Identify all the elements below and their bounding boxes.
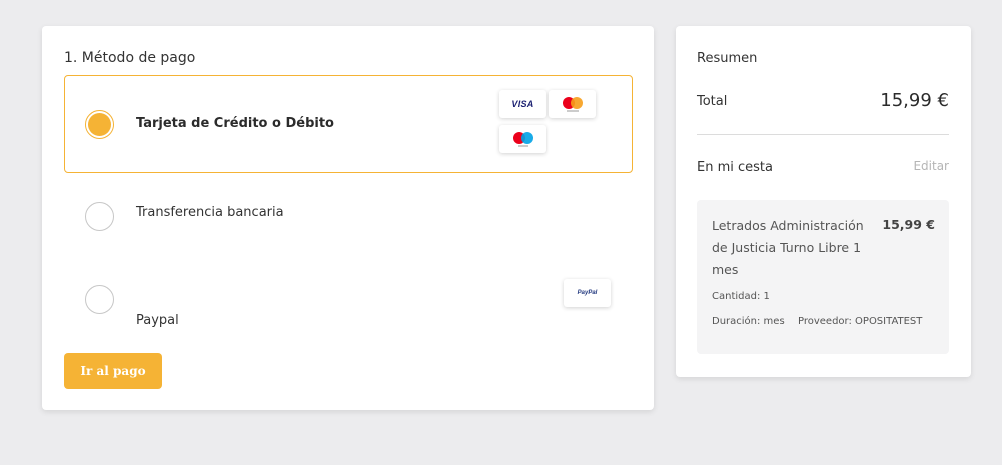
go-to-payment-button[interactable]: Ir al pago bbox=[64, 353, 162, 389]
radio-card[interactable] bbox=[85, 110, 114, 139]
payment-option-card[interactable]: Tarjeta de Crédito o Débito VISA bbox=[64, 75, 633, 173]
payment-option-transfer[interactable]: Transferencia bancaria bbox=[64, 171, 633, 261]
total-label: Total bbox=[697, 94, 728, 109]
visa-logo: VISA bbox=[499, 90, 546, 118]
paypal-logo: PayPal bbox=[564, 279, 611, 307]
summary-title: Resumen bbox=[697, 51, 758, 66]
payment-section-title: 1. Método de pago bbox=[64, 50, 196, 66]
maestro-logo bbox=[499, 125, 546, 153]
payment-option-paypal-label: Paypal bbox=[136, 313, 179, 328]
payment-option-card-label: Tarjeta de Crédito o Débito bbox=[136, 116, 334, 131]
item-quantity: Cantidad: 1 bbox=[712, 291, 770, 302]
mastercard-icon bbox=[562, 97, 583, 112]
item-provider: Proveedor: OPOSITATEST bbox=[798, 316, 923, 327]
paypal-logo-text: PayPal bbox=[577, 290, 598, 296]
payment-method-card: 1. Método de pago Tarjeta de Crédito o D… bbox=[42, 26, 654, 410]
item-price: 15,99 € bbox=[882, 217, 935, 232]
item-name: Letrados Administración de Justicia Turn… bbox=[712, 218, 864, 277]
mastercard-logo bbox=[549, 90, 596, 118]
total-value: 15,99 € bbox=[880, 90, 949, 111]
radio-paypal[interactable] bbox=[85, 285, 114, 314]
visa-logo-text: VISA bbox=[511, 99, 534, 109]
basket-label: En mi cesta bbox=[697, 160, 773, 175]
item-duration: Duración: mes bbox=[712, 316, 785, 327]
divider bbox=[697, 134, 949, 135]
radio-transfer[interactable] bbox=[85, 202, 114, 231]
edit-basket-link[interactable]: Editar bbox=[913, 159, 949, 173]
payment-option-paypal[interactable]: Paypal PayPal bbox=[64, 251, 633, 341]
summary-card: Resumen Total 15,99 € En mi cesta Editar… bbox=[676, 26, 971, 377]
maestro-icon bbox=[512, 132, 533, 147]
payment-option-transfer-label: Transferencia bancaria bbox=[136, 205, 284, 220]
basket-item: Letrados Administración de Justicia Turn… bbox=[697, 200, 949, 354]
